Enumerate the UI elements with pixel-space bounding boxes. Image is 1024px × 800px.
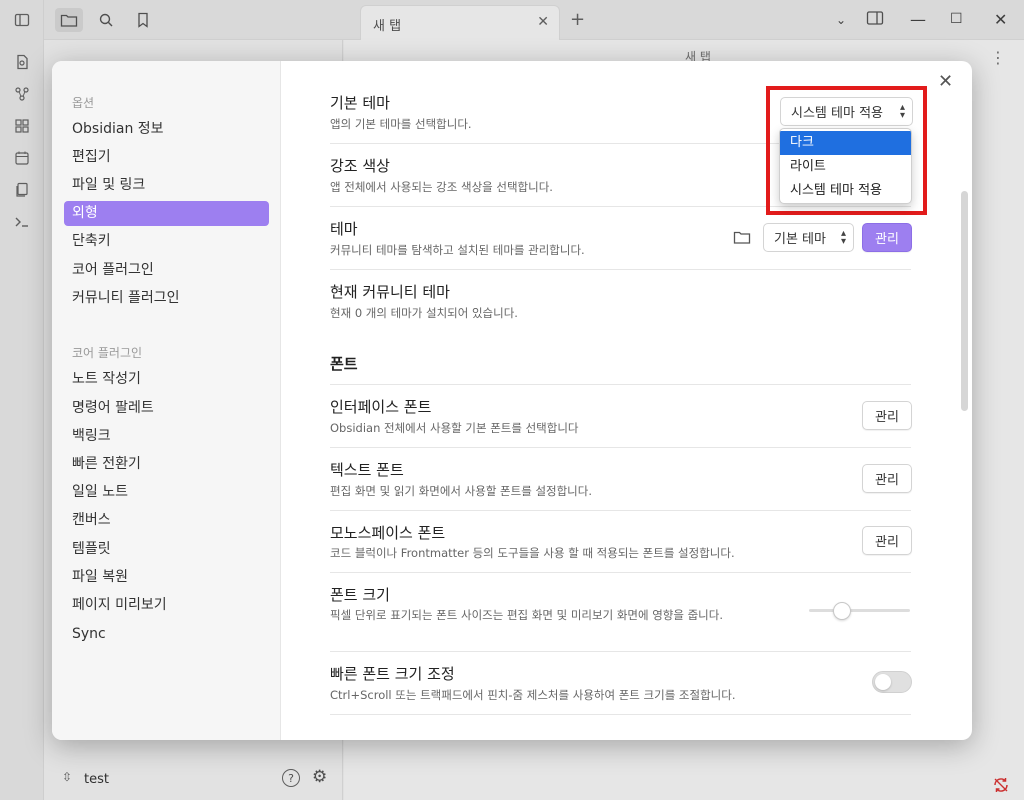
nav-item-files-links[interactable]: 파일 및 링크: [64, 173, 269, 198]
setting-description: Obsidian 전체에서 사용할 기본 폰트를 선택합니다: [330, 421, 579, 435]
setting-title: 현재 커뮤니티 테마: [330, 283, 450, 301]
setting-title: 테마: [330, 220, 358, 238]
nav-item-about[interactable]: Obsidian 정보: [64, 117, 269, 142]
manage-text-font-button[interactable]: 관리: [862, 464, 912, 493]
font-size-slider-knob[interactable]: [833, 602, 851, 620]
toggle-knob: [875, 674, 891, 690]
setting-monospace-font: 모노스페이스 폰트 코드 블럭이나 Frontmatter 등의 도구들을 사용…: [330, 510, 911, 572]
setting-current-theme: 현재 커뮤니티 테마 현재 0 개의 테마가 설치되어 있습니다.: [330, 269, 911, 332]
settings-scrollbar[interactable]: [961, 191, 968, 411]
setting-title: 강조 색상: [330, 157, 390, 175]
nav-item-daily-notes[interactable]: 일일 노트: [64, 480, 269, 505]
nav-item-core-plugins[interactable]: 코어 플러그인: [64, 258, 269, 283]
setting-text-font: 텍스트 폰트 편집 화면 및 읽기 화면에서 사용할 폰트를 설정합니다.: [330, 447, 911, 510]
setting-interface-font: 인터페이스 폰트 Obsidian 전체에서 사용할 기본 폰트를 선택합니다: [330, 384, 911, 447]
setting-quick-font-size: 빠른 폰트 크기 조정 Ctrl+Scroll 또는 트랙패드에서 핀치-줌 제…: [330, 651, 911, 714]
setting-description: 편집 화면 및 읽기 화면에서 사용할 폰트를 설정합니다.: [330, 484, 593, 498]
setting-description: 현재 0 개의 테마가 설치되어 있습니다.: [330, 306, 518, 320]
setting-description: 픽셀 단위로 표기되는 폰트 사이즈는 편집 화면 및 미리보기 화면에 영향을…: [330, 608, 724, 622]
settings-nav: 옵션 Obsidian 정보 편집기 파일 및 링크 외형 단축키 코어 플러그…: [52, 61, 281, 740]
base-theme-dropdown: 다크 라이트 시스템 테마 적용: [779, 128, 912, 204]
setting-title: 인터페이스 폰트: [330, 398, 432, 416]
nav-item-templates[interactable]: 템플릿: [64, 537, 269, 562]
dropdown-option-dark[interactable]: 다크: [780, 131, 911, 155]
nav-item-note-composer[interactable]: 노트 작성기: [64, 367, 269, 392]
nav-item-hotkeys[interactable]: 단축키: [64, 229, 269, 254]
manage-themes-button[interactable]: 관리: [862, 223, 912, 252]
nav-header-options: 옵션: [72, 96, 95, 110]
chevron-updown-icon: ▴ ▾: [840, 228, 846, 247]
select-value: 기본 테마: [774, 232, 826, 247]
setting-title: 텍스트 폰트: [330, 461, 404, 479]
dropdown-option-system[interactable]: 시스템 테마 적용: [780, 179, 911, 203]
setting-description: 앱의 기본 테마를 선택합니다.: [330, 117, 472, 131]
nav-item-sync[interactable]: Sync: [64, 622, 269, 647]
theme-select[interactable]: 기본 테마 ▴ ▾: [763, 223, 854, 252]
setting-title: 모노스페이스 폰트: [330, 524, 446, 542]
dropdown-option-light[interactable]: 라이트: [780, 155, 911, 179]
nav-item-canvas[interactable]: 캔버스: [64, 508, 269, 533]
nav-item-editor[interactable]: 편집기: [64, 145, 269, 170]
setting-description: 커뮤니티 테마를 탐색하고 설치된 테마를 관리합니다.: [330, 243, 585, 257]
setting-description: 앱 전체에서 사용되는 강조 색상을 선택합니다.: [330, 180, 553, 194]
nav-item-community-plugins[interactable]: 커뮤니티 플러그인: [64, 286, 269, 311]
manage-monospace-font-button[interactable]: 관리: [862, 526, 912, 555]
open-themes-folder-icon[interactable]: [733, 229, 751, 249]
manage-interface-font-button[interactable]: 관리: [862, 401, 912, 430]
setting-title: 폰트 크기: [330, 586, 390, 604]
setting-title: 기본 테마: [330, 94, 390, 112]
nav-header-core-plugins: 코어 플러그인: [72, 346, 143, 360]
section-heading-fonts: 폰트: [330, 355, 358, 373]
setting-description: Ctrl+Scroll 또는 트랙패드에서 핀치-줌 제스처를 사용하여 폰트 …: [330, 688, 736, 702]
font-size-slider-track[interactable]: [809, 609, 910, 612]
nav-item-appearance[interactable]: 외형: [64, 201, 269, 226]
quick-font-size-toggle[interactable]: [872, 671, 912, 693]
nav-item-backlinks[interactable]: 백링크: [64, 424, 269, 449]
setting-description: 코드 블럭이나 Frontmatter 등의 도구들을 사용 할 때 적용되는 …: [330, 546, 735, 560]
nav-item-quick-switcher[interactable]: 빠른 전환기: [64, 452, 269, 477]
setting-title: 빠른 폰트 크기 조정: [330, 665, 455, 683]
nav-item-page-preview[interactable]: 페이지 미리보기: [64, 593, 269, 618]
setting-next-partial: [330, 714, 911, 740]
nav-item-file-recovery[interactable]: 파일 복원: [64, 565, 269, 590]
nav-item-command-palette[interactable]: 명령어 팔레트: [64, 396, 269, 421]
